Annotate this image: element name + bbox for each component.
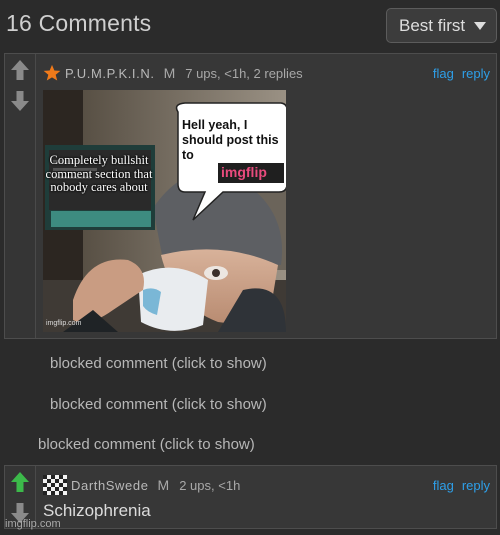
sort-dropdown[interactable]: Best first	[386, 8, 497, 43]
sort-label: Best first	[399, 15, 466, 35]
comment-actions: flag reply	[433, 66, 490, 81]
meme-overlay-caption: Completely bullshit comment section that…	[45, 153, 153, 194]
comment-author[interactable]: DarthSwede	[71, 478, 149, 493]
imgflip-logo: imgflip	[221, 164, 267, 180]
comment-card: DarthSwede M 2 ups, <1h flag reply Schiz…	[4, 465, 497, 529]
comment-actions: flag reply	[433, 478, 490, 493]
mod-badge: M	[157, 477, 170, 493]
comment-author[interactable]: P.U.M.P.K.I.N.	[65, 66, 155, 81]
flag-link[interactable]: flag	[433, 478, 454, 493]
comments-header: 16 Comments Best first	[0, 0, 500, 48]
meme-watermark: imgflip.com	[46, 320, 82, 327]
arrow-up-icon	[11, 472, 29, 492]
imgflip-watermark: imgflip.com	[5, 518, 61, 530]
meme-speech-text: Hell yeah, I should post this to	[182, 118, 279, 162]
comment-card: P.U.M.P.K.I.N. M 7 ups, <1h, 2 replies f…	[4, 53, 497, 339]
mod-badge: M	[163, 65, 176, 81]
comment-stats: 2 ups, <1h	[179, 477, 241, 493]
comment-stats: 7 ups, <1h, 2 replies	[185, 65, 303, 81]
blocked-comment[interactable]: blocked comment (click to show)	[50, 396, 267, 413]
comment-count: 16 Comments	[6, 10, 152, 36]
vote-column	[5, 54, 36, 338]
flag-link[interactable]: flag	[433, 66, 454, 81]
reply-link[interactable]: reply	[462, 66, 490, 81]
comments-page: 16 Comments Best first P.U.M.P.K.I.N. M …	[0, 0, 500, 535]
star-icon	[43, 64, 61, 81]
comment-meta: P.U.M.P.K.I.N. M 7 ups, <1h, 2 replies f…	[43, 63, 490, 83]
arrow-down-icon	[11, 91, 29, 111]
upvote-button[interactable]	[7, 56, 33, 84]
downvote-button[interactable]	[7, 87, 33, 115]
reply-link[interactable]: reply	[462, 478, 490, 493]
blocked-comment[interactable]: blocked comment (click to show)	[50, 355, 267, 372]
arrow-up-icon	[11, 60, 29, 80]
chevron-down-icon	[474, 21, 486, 30]
comment-meta: DarthSwede M 2 ups, <1h flag reply	[43, 475, 490, 495]
checkered-avatar-icon	[43, 475, 67, 495]
blocked-comment[interactable]: blocked comment (click to show)	[38, 436, 255, 453]
meme-image[interactable]: Hell yeah, I should post this to imgflip…	[43, 90, 286, 332]
upvote-button[interactable]	[7, 468, 33, 496]
